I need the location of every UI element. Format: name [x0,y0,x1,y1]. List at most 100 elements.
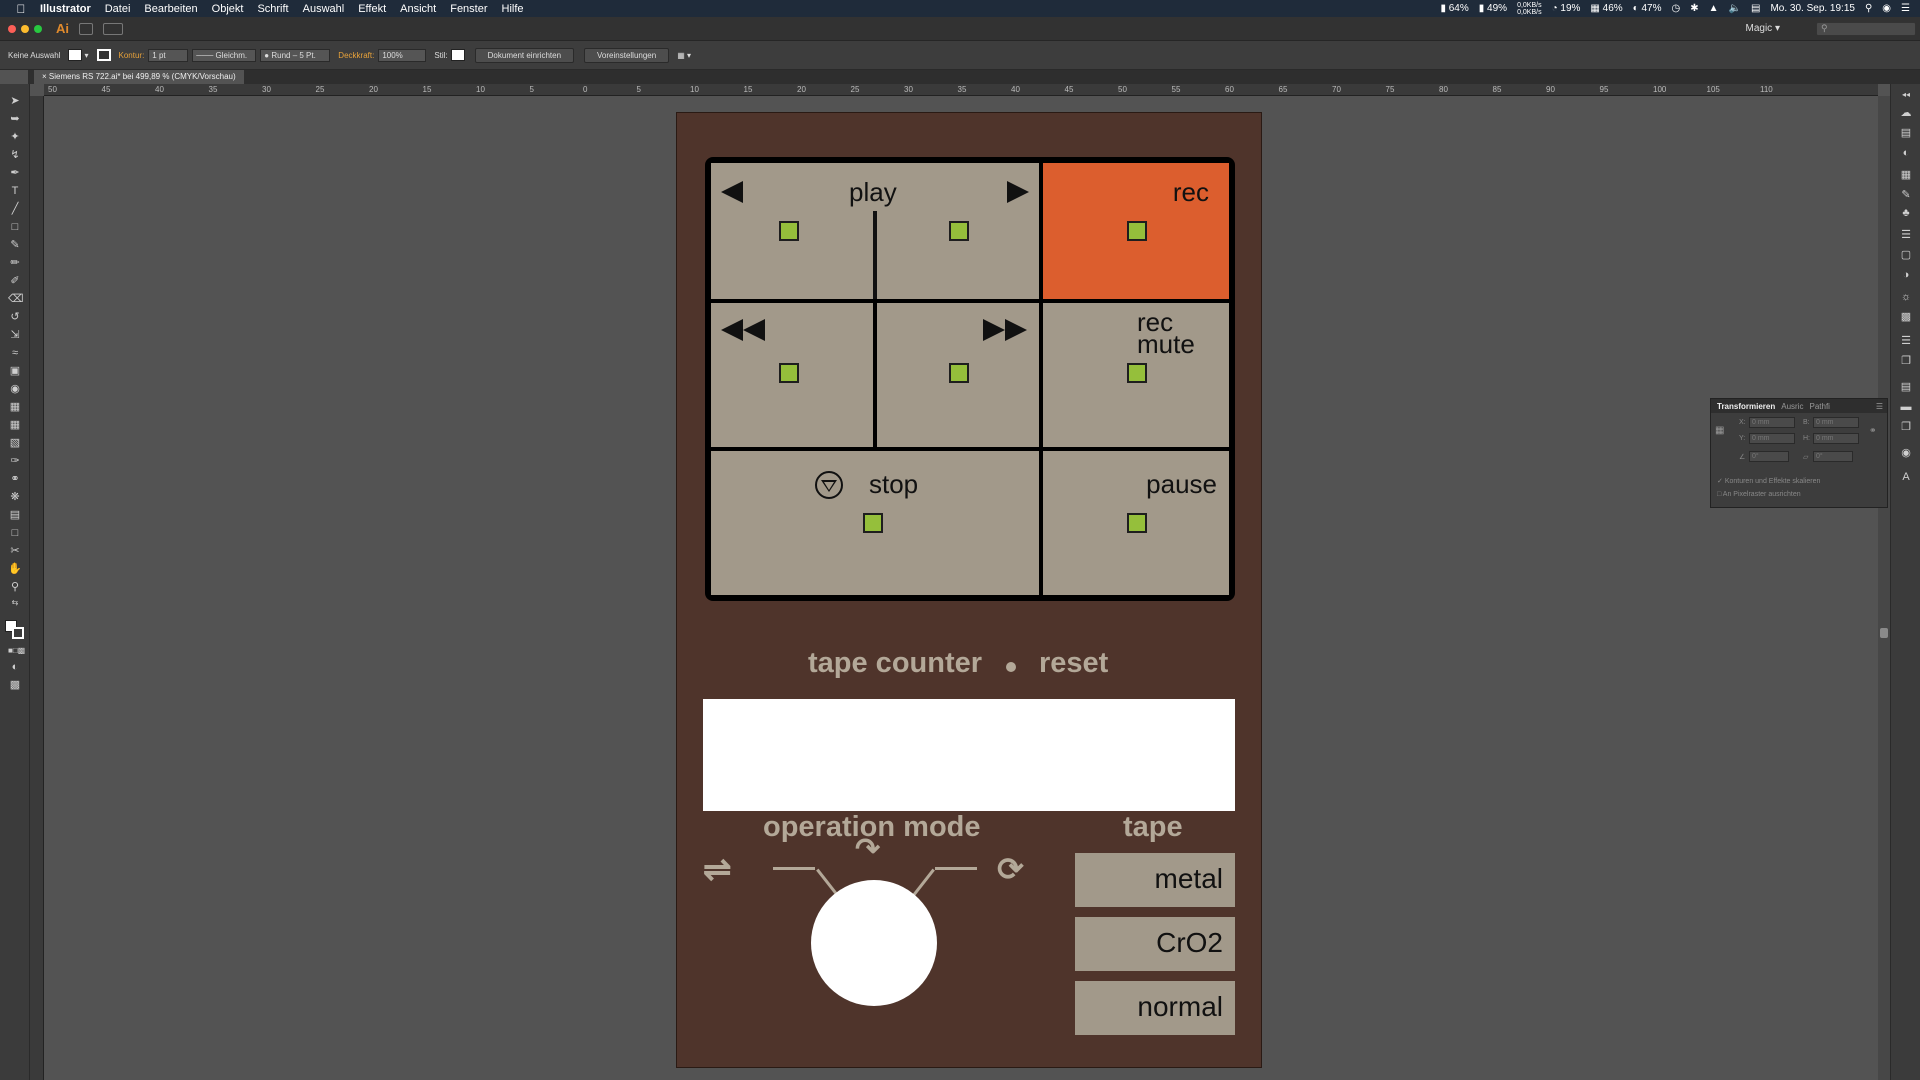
battery2-icon[interactable]: ▮ 49% [1479,3,1507,14]
stroke-panel-icon[interactable]: ☰ [1899,228,1913,242]
layers-panel-icon[interactable]: ☰ [1899,334,1913,348]
pause-button[interactable]: pause [1043,451,1229,595]
color-mode-icon[interactable]: ■□▩ [8,644,25,658]
reference-point-icon[interactable]: ▦ [1715,425,1724,436]
drawing-mode-icon[interactable]: ◐ [8,660,22,674]
type-tool-icon[interactable]: T [8,184,22,198]
perspective-grid-tool-icon[interactable]: ▦ [8,400,22,414]
memory-status[interactable]: ▦ 46% [1590,3,1622,14]
artboard[interactable]: play rec rec mute stop pause tape counte… [676,112,1262,1068]
tape-cro2-button[interactable]: CrO2 [1075,917,1235,971]
swatches-panel-icon[interactable]: ▦ [1899,168,1913,182]
rotate-angle-field[interactable]: 0° [1749,451,1789,462]
volume-icon[interactable]: 🔈 [1729,3,1741,14]
shaper-tool-icon[interactable]: ✐ [8,274,22,288]
clock[interactable]: Mo. 30. Sep. 19:15 [1770,3,1855,14]
transform-panel-icon[interactable]: ▤ [1899,380,1913,394]
opacity-field[interactable]: 100% [378,48,427,62]
workspace-switcher[interactable]: Magic ▾ [1746,23,1781,34]
cpu-status[interactable]: ◔ 19% [1552,3,1581,14]
fill-dropdown-icon[interactable]: ▾ [84,51,88,60]
horizontal-ruler[interactable]: 50 45 40 35 30 25 20 15 10 5 0 5 10 15 20 25 30 35 40 45 50 5… [44,84,1878,96]
paintbrush-tool-icon[interactable]: ✎ [8,238,22,252]
minimize-window-button[interactable] [21,24,29,33]
pixel-align-checkbox[interactable]: □ An Pixelraster ausrichten [1717,491,1801,498]
spotlight-icon[interactable]: ⚲ [1865,3,1872,14]
magic-wand-tool-icon[interactable]: ✦ [8,130,22,144]
wifi-icon[interactable]: ▲ [1709,3,1719,14]
libraries-panel-icon[interactable]: ☁ [1899,106,1913,120]
x-field[interactable]: 0 mm [1749,417,1795,428]
battery-icon[interactable]: ▮ 64% [1440,3,1468,14]
menu-auswahl[interactable]: Auswahl [303,3,345,15]
selection-tool-icon[interactable]: ➤ [8,94,22,108]
panel-menu-icon[interactable]: ☰ [1876,402,1883,411]
tape-normal-button[interactable]: normal [1075,981,1235,1035]
scrollbar-thumb[interactable] [1880,628,1888,638]
pathfinder-panel-icon[interactable]: ❐ [1899,420,1913,434]
mesh-tool-icon[interactable]: ▦ [8,418,22,432]
brushes-panel-icon[interactable]: ✎ [1899,188,1913,202]
counter-reset-dot[interactable] [1006,662,1016,672]
align-panel-icon[interactable]: ▬ [1899,400,1913,414]
vertical-ruler[interactable] [30,96,44,1080]
menu-bearbeiten[interactable]: Bearbeiten [144,3,197,15]
color-guide-panel-icon[interactable]: ◐ [1899,146,1913,160]
bridge-icon[interactable] [79,22,93,35]
scale-strokes-checkbox[interactable]: ✓ Konturen und Effekte skalieren [1717,477,1820,485]
h-field[interactable]: 0 mm [1813,433,1859,444]
warp-tool-icon[interactable]: ≈ [8,346,22,360]
menu-objekt[interactable]: Objekt [212,3,244,15]
color-panel-icon[interactable]: ◉ [1899,446,1913,460]
column-graph-tool-icon[interactable]: ▤ [8,508,22,522]
operation-mode-knob[interactable] [811,880,937,1006]
gradient-panel-icon[interactable]: ▢ [1899,248,1913,262]
lasso-tool-icon[interactable]: ↯ [8,148,22,162]
eraser-tool-icon[interactable]: ⌫ [8,292,24,306]
menu-hilfe[interactable]: Hilfe [502,3,524,15]
stroke-swatch[interactable] [96,49,111,61]
direct-selection-tool-icon[interactable]: ➥ [8,112,22,126]
screen-mode-icon[interactable]: ▩ [8,678,22,692]
fill-swatch[interactable] [68,49,83,61]
stroke-profile-field[interactable]: ─── Gleichm. [192,48,257,62]
brush-field[interactable]: ● Rund – 5 Pt. [260,48,331,62]
menu-datei[interactable]: Datei [105,3,131,15]
disk-status[interactable]: ◐ 47% [1633,3,1662,14]
gradient-tool-icon[interactable]: ▧ [8,436,22,450]
appearance-panel-icon[interactable]: ☼ [1899,290,1913,304]
arrange-icon[interactable]: ▦ ▾ [677,51,691,60]
eyedropper-tool-icon[interactable]: ✑ [8,454,22,468]
shear-angle-field[interactable]: 0° [1813,451,1853,462]
fast-forward-button[interactable] [877,303,1039,447]
transparency-panel-icon[interactable]: ◑ [1899,268,1913,282]
document-tab[interactable]: × Siemens RS 722.ai* bei 499,89 % (CMYK/… [34,70,244,84]
opacity-label[interactable]: Deckkraft: [338,51,374,60]
character-panel-icon[interactable]: A [1899,470,1913,484]
timemachine-icon[interactable]: ◷ [1672,3,1681,14]
rewind-button[interactable] [711,303,873,447]
close-tab-icon[interactable]: × [42,72,47,81]
network-status[interactable]: 0,0KB/s 0,0KB/s [1517,2,1542,16]
stroke-weight-field[interactable]: 1 pt [148,48,189,62]
tab-transform[interactable]: Transformieren [1717,402,1775,411]
y-field[interactable]: 0 mm [1749,433,1795,444]
rec-button[interactable]: rec [1043,163,1229,299]
collapse-dock-icon[interactable]: ◂◂ [1899,88,1913,102]
artboards-panel-icon[interactable]: ❐ [1899,354,1913,368]
style-swatch[interactable] [450,49,465,61]
symbols-panel-icon[interactable]: ♣ [1899,206,1913,220]
slice-tool-icon[interactable]: ✂ [8,544,22,558]
menu-fenster[interactable]: Fenster [450,3,487,15]
rotate-tool-icon[interactable]: ↺ [8,310,22,324]
free-transform-tool-icon[interactable]: ▣ [8,364,22,378]
vertical-scrollbar[interactable] [1878,96,1890,1080]
properties-panel-icon[interactable]: ▤ [1899,126,1913,140]
tape-metal-button[interactable]: metal [1075,853,1235,907]
shape-builder-tool-icon[interactable]: ◉ [8,382,22,396]
rec-mute-button[interactable]: rec mute [1043,303,1229,447]
menu-effekt[interactable]: Effekt [358,3,386,15]
rectangle-tool-icon[interactable]: □ [8,220,22,234]
stop-button[interactable]: stop [711,451,1039,595]
stroke-color-icon[interactable] [12,627,24,639]
